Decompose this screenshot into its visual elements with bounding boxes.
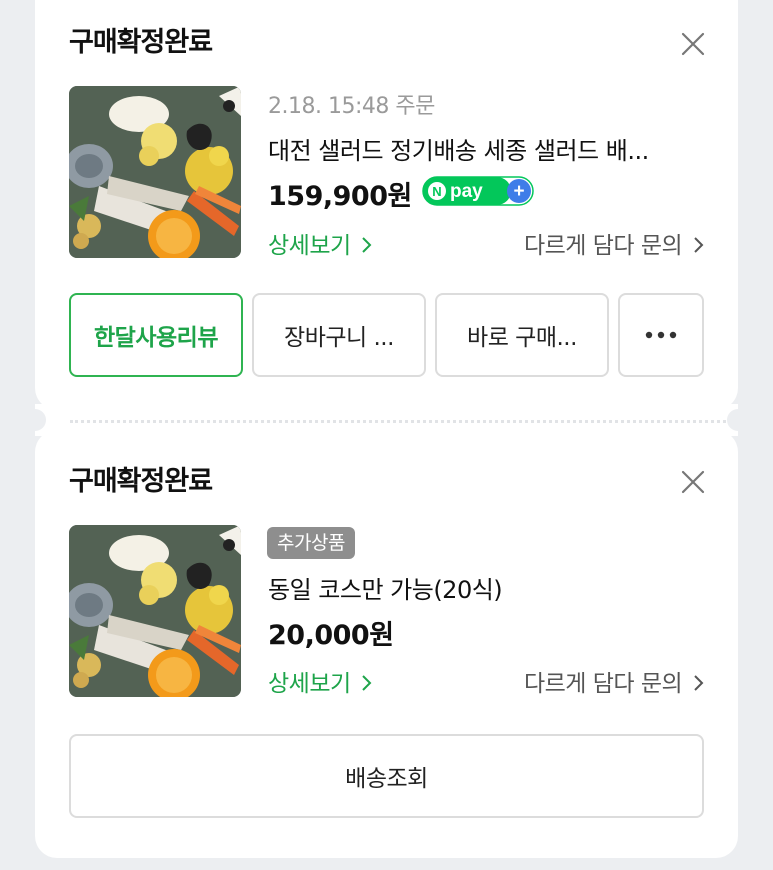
monthly-review-button[interactable]: 한달사용리뷰 — [69, 293, 243, 377]
seller-inquiry-link[interactable]: 다르게 담다 문의 — [524, 664, 705, 698]
product-price: 20,000원 — [268, 620, 394, 651]
product-price: 159,900원 — [268, 181, 412, 212]
npay-plus-logo: N pay + — [422, 176, 534, 206]
detail-link-label: 상세보기 — [268, 233, 351, 259]
order-status: 구매확정완료 — [69, 466, 213, 497]
product-thumbnail[interactable] — [69, 525, 241, 697]
product-thumbnail[interactable] — [69, 86, 241, 258]
ticket-notch-right — [727, 409, 749, 431]
chevron-right-icon — [694, 675, 704, 691]
chevron-right-icon — [362, 237, 372, 253]
svg-text:pay: pay — [450, 181, 483, 202]
svg-text:+: + — [513, 181, 524, 202]
order-date: 2.18. 15:48 주문 — [268, 94, 435, 119]
product-name[interactable]: 동일 코스만 가능(20식) — [268, 570, 503, 605]
more-button[interactable] — [618, 293, 704, 377]
track-delivery-button[interactable]: 배송조회 — [69, 734, 704, 818]
product-name[interactable]: 대전 샐러드 정기배송 세종 샐러드 배... — [268, 131, 649, 166]
detail-link[interactable]: 상세보기 — [268, 664, 373, 698]
svg-text:N: N — [432, 184, 441, 199]
close-icon[interactable] — [680, 31, 706, 57]
seller-inquiry-link[interactable]: 다르게 담다 문의 — [524, 226, 705, 260]
chevron-right-icon — [694, 237, 704, 253]
close-icon[interactable] — [680, 469, 706, 495]
detail-link-label: 상세보기 — [268, 671, 351, 697]
inquiry-link-label: 다르게 담다 문의 — [523, 671, 683, 697]
chevron-right-icon — [362, 675, 372, 691]
buy-now-button[interactable]: 바로 구매... — [435, 293, 609, 377]
add-on-product-badge: 추가상품 — [267, 527, 355, 559]
add-to-cart-button[interactable]: 장바구니 ... — [252, 293, 426, 377]
more-horizontal-icon — [645, 331, 677, 339]
detail-link[interactable]: 상세보기 — [268, 226, 373, 260]
dotted-divider — [70, 420, 738, 423]
ticket-notch-left — [24, 409, 46, 431]
inquiry-link-label: 다르게 담다 문의 — [523, 233, 683, 259]
order-status: 구매확정완료 — [69, 27, 213, 58]
